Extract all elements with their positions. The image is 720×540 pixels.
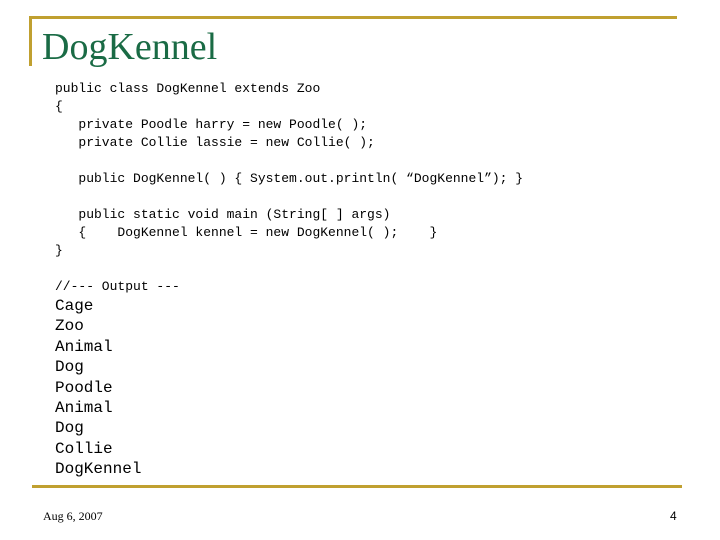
code-line: public static void main (String[ ] args)	[55, 207, 391, 222]
code-line: ​	[55, 152, 523, 170]
output-line: Zoo	[55, 317, 84, 336]
slide-title: DogKennel	[42, 26, 218, 68]
page-number: 4	[670, 509, 677, 523]
output-line: Cage	[55, 297, 94, 315]
code-line: }	[55, 243, 63, 258]
code-line: { DogKennel kennel = new DogKennel( ); }	[55, 225, 438, 240]
output-line: DogKennel	[55, 460, 142, 479]
bottom-accent-rule	[32, 485, 682, 488]
code-block: public class DogKennel extends Zoo { priv…	[55, 80, 523, 260]
code-line: public class DogKennel extends Zoo	[55, 81, 321, 96]
output-line: Animal	[55, 399, 113, 418]
code-line: {	[55, 99, 63, 114]
footer-date: Aug 6, 2007	[43, 509, 103, 523]
output-line: Poodle	[55, 378, 113, 397]
code-line: private Collie lassie = new Collie( );	[55, 135, 375, 150]
output-line: Animal	[55, 337, 113, 356]
output-header: //--- Output ---	[55, 279, 180, 294]
code-line: public DogKennel( ) { System.out.println…	[55, 171, 524, 186]
top-accent-rule	[29, 16, 677, 19]
code-line: ​	[55, 188, 523, 206]
output-line: Collie	[55, 439, 113, 458]
code-line: private Poodle harry = new Poodle( );	[55, 117, 368, 132]
output-line: Dog	[55, 419, 84, 438]
output-line: Dog	[55, 358, 84, 377]
left-accent-rule	[29, 16, 32, 66]
output-list: Cage Zoo Animal Dog Poodle Animal Dog Co…	[55, 296, 141, 480]
